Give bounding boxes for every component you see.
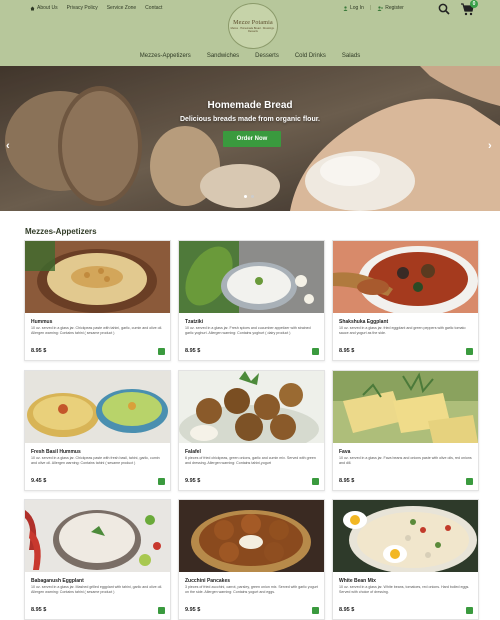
nav-sandwiches[interactable]: Sandwiches	[207, 53, 239, 59]
auth-separator: |	[369, 5, 372, 11]
nav-desserts[interactable]: Desserts	[255, 53, 279, 59]
product-price: 8.95 $	[339, 348, 355, 354]
product-card[interactable]: Zucchini Pancakes 3 pieces of fried zucc…	[178, 499, 325, 620]
nav-mezzes-appetizers[interactable]: Mezzes-Appetizers	[140, 53, 191, 59]
product-description: 10 oz. served in a glass jar. Fava beans…	[339, 456, 472, 465]
slider-next-icon[interactable]: ›	[488, 140, 492, 152]
hero-slider: Homemade Bread Delicious breads made fro…	[0, 66, 500, 211]
fava-photo	[333, 371, 478, 443]
login-link[interactable]: Log In	[343, 5, 364, 11]
product-name[interactable]: White Bean Mix	[339, 578, 376, 584]
register-label: Register	[385, 5, 404, 11]
login-label: Log In	[350, 5, 364, 11]
hummus-photo	[25, 241, 170, 313]
top-nav: About Us Privacy Policy Service Zone Con…	[30, 5, 162, 11]
site-logo[interactable]: Mezze Potamia Mezes · Homemade Bread · D…	[228, 3, 278, 49]
product-name[interactable]: Fava	[339, 449, 350, 455]
logo-tagline: Mezes · Homemade Bread · Dressings · Des…	[230, 26, 276, 33]
slider-dot-2[interactable]	[251, 195, 254, 198]
white-bean-mix-photo	[333, 500, 478, 572]
add-to-cart-icon[interactable]	[158, 607, 165, 614]
product-card[interactable]: Tzatziki 10 oz. served in a glass jar. F…	[178, 240, 325, 361]
product-name[interactable]: Fresh Basil Hummus	[31, 449, 81, 455]
product-price: 9.95 $	[185, 478, 201, 484]
product-card[interactable]: Fava 10 oz. served in a glass jar. Fava …	[332, 370, 479, 491]
topnav-about-us-label: About Us	[37, 5, 58, 11]
product-card[interactable]: Fresh Basil Hummus 10 oz. served in a gl…	[24, 370, 171, 491]
add-to-cart-icon[interactable]	[466, 607, 473, 614]
hero-title: Homemade Bread	[207, 100, 293, 111]
product-price: 8.95 $	[339, 478, 355, 484]
product-name[interactable]: Hummus	[31, 319, 52, 325]
product-price: 8.95 $	[339, 607, 355, 613]
add-user-icon	[377, 5, 384, 11]
babaganush-eggplant-photo	[25, 500, 170, 572]
slider-dots	[244, 195, 254, 198]
product-description: 10 oz. served in a glass jar. Fresh spic…	[185, 326, 311, 335]
product-card[interactable]: White Bean Mix 10 oz. served in a glass …	[332, 499, 479, 620]
register-link[interactable]: Register	[377, 5, 404, 11]
home-icon	[30, 6, 35, 10]
search-icon[interactable]	[438, 3, 450, 15]
product-card[interactable]: Babaganush Eggplant 10 oz. served in a g…	[24, 499, 171, 620]
tzatziki-photo	[179, 241, 324, 313]
product-price: 8.95 $	[185, 348, 201, 354]
product-description: 3 pieces of fried zucchini, carrot, pars…	[185, 585, 318, 594]
product-description: 10 oz. served in a glass jar. Mashed gri…	[31, 585, 163, 594]
site-header: About Us Privacy Policy Service Zone Con…	[0, 0, 500, 66]
zucchini-pancakes-photo	[179, 500, 324, 572]
add-to-cart-icon[interactable]	[466, 348, 473, 355]
product-price: 8.95 $	[31, 348, 47, 354]
cart-count-badge: 0	[470, 0, 478, 8]
fresh-basil-hummus-photo	[25, 371, 170, 443]
product-price: 9.95 $	[185, 607, 201, 613]
product-name[interactable]: Zucchini Pancakes	[185, 578, 230, 584]
user-icon	[343, 5, 348, 11]
topnav-privacy-label: Privacy Policy	[66, 5, 98, 11]
product-name[interactable]: Falafel	[185, 449, 201, 455]
product-description: 10 oz. served in a glass jar. fried eggp…	[339, 326, 466, 335]
add-to-cart-icon[interactable]	[466, 478, 473, 485]
logo-name: Mezze Potamia	[233, 19, 273, 26]
product-card[interactable]: Shakshuka Eggplant 10 oz. served in a gl…	[332, 240, 479, 361]
add-to-cart-icon[interactable]	[312, 348, 319, 355]
product-description: 10 oz. served in a glass jar. Chickpeas …	[31, 326, 163, 335]
add-to-cart-icon[interactable]	[158, 478, 165, 485]
section-title: Mezzes-Appetizers	[25, 227, 97, 236]
product-description: 10 oz. served in a glass jar. Chickpeas …	[31, 456, 160, 465]
add-to-cart-icon[interactable]	[312, 607, 319, 614]
product-description: 10 oz. served in a glass jar. White bean…	[339, 585, 470, 594]
topnav-privacy-policy[interactable]: Privacy Policy	[67, 5, 98, 11]
auth-links: Log In | Register	[343, 5, 404, 11]
add-to-cart-icon[interactable]	[158, 348, 165, 355]
nav-cold-drinks[interactable]: Cold Drinks	[295, 53, 326, 59]
topnav-service-label: Service Zone	[106, 5, 137, 11]
product-price: 8.95 $	[31, 607, 47, 613]
product-price: 9.45 $	[31, 478, 47, 484]
slider-dot-1[interactable]	[244, 195, 247, 198]
product-name[interactable]: Shakshuka Eggplant	[339, 319, 388, 325]
nav-salads[interactable]: Salads	[342, 53, 360, 59]
topnav-contact-label: Contact	[145, 5, 163, 11]
product-card[interactable]: Falafel 6 pieces of fried chickpeas, gre…	[178, 370, 325, 491]
order-now-button[interactable]: Order Now	[223, 131, 281, 147]
product-name[interactable]: Tzatziki	[185, 319, 203, 325]
product-description: 6 pieces of fried chickpeas, green onion…	[185, 456, 316, 465]
add-to-cart-icon[interactable]	[312, 478, 319, 485]
falafel-photo	[179, 371, 324, 443]
topnav-contact[interactable]: Contact	[145, 5, 162, 11]
topnav-about-us[interactable]: About Us	[30, 5, 58, 11]
product-name[interactable]: Babaganush Eggplant	[31, 578, 84, 584]
main-nav: Mezzes-Appetizers Sandwiches Desserts Co…	[0, 53, 500, 59]
topnav-service-zone[interactable]: Service Zone	[107, 5, 136, 11]
hero-subtitle: Delicious breads made from organic flour…	[179, 116, 321, 123]
shakshuka-eggplant-photo	[333, 241, 478, 313]
slider-prev-icon[interactable]: ‹	[6, 140, 10, 152]
product-card[interactable]: Hummus 10 oz. served in a glass jar. Chi…	[24, 240, 171, 361]
